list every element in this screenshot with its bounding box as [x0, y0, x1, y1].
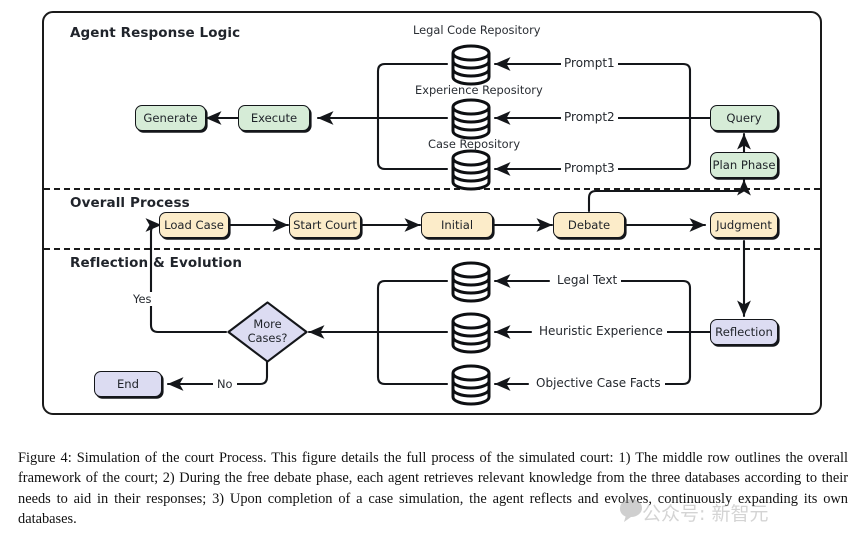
- case-repository-icon: [448, 149, 494, 195]
- node-generate-label: Generate: [143, 111, 198, 125]
- figure-page: Agent Response Logic Overall Process Ref…: [0, 0, 865, 537]
- branch-label-no: No: [213, 377, 237, 391]
- legal-code-repository-label: Legal Code Repository: [413, 23, 541, 37]
- node-end[interactable]: End: [94, 371, 162, 397]
- objective-case-facts-label: Objective Case Facts: [532, 376, 665, 390]
- experience-repository-label: Experience Repository: [415, 83, 543, 97]
- node-load-case[interactable]: Load Case: [159, 212, 229, 238]
- node-reflection[interactable]: Reflection: [710, 319, 778, 345]
- node-load-case-label: Load Case: [164, 218, 224, 232]
- node-judgment[interactable]: Judgment: [710, 212, 778, 238]
- node-plan-phase-label: Plan Phase: [712, 158, 776, 172]
- node-execute[interactable]: Execute: [238, 105, 310, 131]
- node-query-label: Query: [726, 111, 762, 125]
- legal-text-label: Legal Text: [553, 273, 622, 287]
- section-title-reflection-evolution: Reflection & Evolution: [70, 255, 243, 271]
- figure-caption: Figure 4: Simulation of the court Proces…: [18, 450, 848, 528]
- node-debate-label: Debate: [567, 218, 611, 232]
- node-plan-phase[interactable]: Plan Phase: [710, 152, 778, 178]
- node-judgment-label: Judgment: [716, 218, 772, 232]
- objective-case-facts-database-icon: [448, 364, 494, 410]
- section-divider-bottom: [44, 248, 820, 250]
- court-simulation-diagram: Agent Response Logic Overall Process Ref…: [0, 0, 865, 430]
- node-reflection-label: Reflection: [715, 325, 773, 339]
- node-more-cases-decision[interactable]: More Cases?: [226, 300, 309, 364]
- section-title-agent-response-logic: Agent Response Logic: [70, 25, 241, 41]
- heuristic-experience-database-icon: [448, 312, 494, 358]
- branch-label-yes: Yes: [130, 292, 155, 306]
- legal-text-database-icon: [448, 261, 494, 307]
- node-debate[interactable]: Debate: [553, 212, 625, 238]
- node-generate[interactable]: Generate: [135, 105, 206, 131]
- node-execute-label: Execute: [250, 111, 298, 125]
- case-repository-label: Case Repository: [428, 137, 521, 151]
- section-title-overall-process: Overall Process: [70, 195, 190, 211]
- heuristic-experience-label: Heuristic Experience: [535, 324, 667, 338]
- prompt1-label: Prompt1: [561, 56, 618, 70]
- node-initial[interactable]: Initial: [421, 212, 493, 238]
- prompt2-label: Prompt2: [561, 110, 618, 124]
- section-divider-top: [44, 188, 820, 190]
- prompt3-label: Prompt3: [561, 161, 618, 175]
- node-query[interactable]: Query: [710, 105, 778, 131]
- node-initial-label: Initial: [440, 218, 474, 232]
- node-end-label: End: [116, 377, 140, 391]
- node-start-court[interactable]: Start Court: [289, 212, 361, 238]
- node-start-court-label: Start Court: [293, 218, 357, 232]
